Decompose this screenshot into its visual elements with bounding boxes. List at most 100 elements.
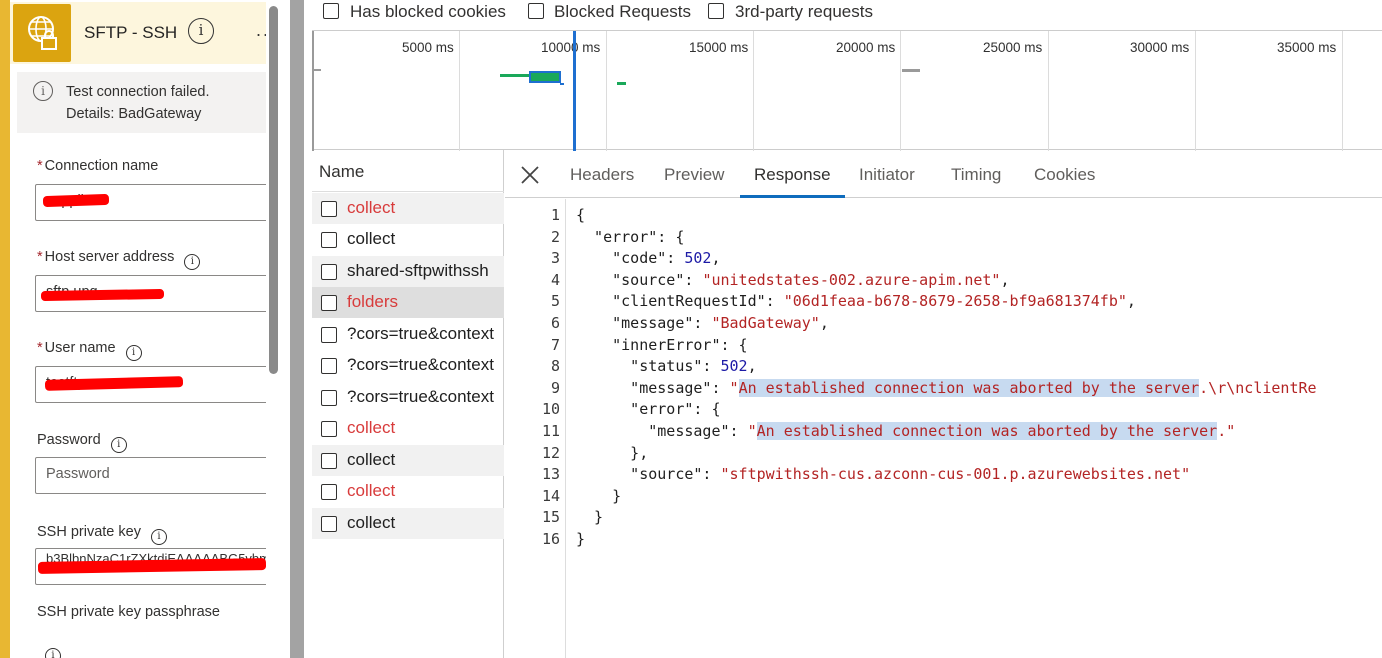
inner-error-message-quote: " [747,422,757,440]
ssh-passphrase-info-icon[interactable]: i [45,648,61,658]
row-checkbox[interactable] [321,201,337,217]
code-value: 502 [684,249,712,268]
alert-line-1: Test connection failed. [66,84,210,100]
code-line: "message": "An established connection wa… [576,422,1236,440]
code-line: "message": "BadGateway", [576,314,829,332]
code-line: }, [576,443,649,462]
network-overview-timeline[interactable]: 5000 ms 10000 ms 15000 ms 20000 ms 25000… [312,30,1382,151]
request-row[interactable]: collect [312,224,504,255]
inner-source-value: "sftpwithssh-cus.azconn-cus-001.p.azurew… [720,465,1191,484]
inner-error-message-highlight: An established connection was aborted by… [756,422,1218,440]
code-line: "error": { [576,227,685,246]
timeline-label: 30000 ms [1130,40,1190,55]
client-request-id-value: "06d1feaa-b678-8679-2658-bf9a681374fb" [783,292,1127,311]
row-checkbox[interactable] [321,327,337,343]
request-row[interactable]: collect [312,508,504,539]
request-name: shared-sftpwithssh [347,261,489,280]
sftp-connector-icon [13,4,71,62]
blocked-requests-checkbox[interactable] [528,3,544,19]
timeline-grid-line [606,31,607,151]
host-server-address-label: * Host server address i [37,249,201,270]
name-column-header[interactable]: Name [312,150,504,192]
name-header-label: Name [319,162,365,181]
inner-message-highlight: An established connection was aborted by… [738,378,1200,397]
code-line: "error": { [576,400,721,419]
line-number: 4 [550,270,560,289]
inner-message-quote: " [729,378,739,397]
request-row[interactable]: collect [312,413,504,444]
request-name: collect [347,481,396,500]
alert-message: Test connection failed. Details: BadGate… [66,81,266,125]
line-number: 14 [541,486,560,505]
required-marker: * [37,249,43,265]
third-party-requests-checkbox[interactable] [708,3,724,19]
code-line: "code": 502, [576,249,721,268]
inner-error-message-rest: ." [1217,422,1236,440]
line-number: 8 [550,357,560,376]
request-row[interactable]: ?cors=true&context [312,350,504,381]
request-row[interactable]: collect [312,445,504,476]
tab-timing[interactable]: Timing [951,165,1001,185]
timeline-bar [560,83,564,85]
request-row[interactable]: collect [312,476,504,507]
request-row[interactable]: collect [312,193,504,224]
code-line: "message": "An established connection wa… [576,378,1317,397]
timeline-grid-line [753,31,754,151]
timeline-grid-line [1048,31,1049,151]
info-icon: i [33,81,53,101]
row-checkbox[interactable] [321,484,337,500]
row-checkbox[interactable] [321,264,337,280]
close-icon[interactable] [519,164,541,186]
line-number: 12 [541,443,560,462]
tab-initiator[interactable]: Initiator [859,165,915,185]
request-row[interactable]: ?cors=true&context [312,382,504,413]
password-input[interactable]: Password [35,457,266,494]
tab-cookies[interactable]: Cookies [1034,165,1095,185]
row-checkbox[interactable] [321,516,337,532]
tab-response[interactable]: Response [754,165,831,185]
row-checkbox[interactable] [321,232,337,248]
request-row[interactable]: ?cors=true&context [312,319,504,350]
timeline-bar [902,69,920,72]
line-number: 9 [550,378,560,397]
code-line: } [576,530,586,548]
row-checkbox[interactable] [321,453,337,469]
response-body-viewer[interactable]: 1 2 3 4 5 6 7 8 9 10 11 12 13 14 15 16 {… [505,199,1382,658]
message-value: "BadGateway" [711,314,820,332]
user-name-label: * User name i [37,340,142,361]
password-label-text: Password [37,432,101,448]
row-checkbox[interactable] [321,358,337,374]
filter-bar: Has blocked cookies Blocked Requests 3rd… [312,0,1382,28]
ssh-key-info-icon[interactable]: i [150,529,167,545]
row-checkbox[interactable] [321,421,337,437]
timeline-bar [500,74,530,77]
host-server-label-text: Host server address [44,249,175,265]
connector-info-icon[interactable]: i [188,18,214,44]
request-row[interactable]: shared-sftpwithssh [312,256,504,287]
third-party-requests-label: 3rd-party requests [735,2,873,21]
pane-splitter[interactable] [290,0,304,658]
ssh-key-label-text: SSH private key [37,524,141,540]
panel-scrollbar-thumb[interactable] [269,6,278,374]
user-name-info-icon[interactable]: i [125,345,142,361]
has-blocked-cookies-checkbox[interactable] [323,3,339,19]
has-blocked-cookies-label: Has blocked cookies [350,2,506,21]
code-line: "source": "unitedstates-002.azure-apim.n… [576,270,1010,289]
request-row-selected[interactable]: folders [312,287,504,318]
tab-headers[interactable]: Headers [570,165,634,185]
line-number: 15 [541,508,560,527]
required-marker: * [37,158,43,174]
tab-preview[interactable]: Preview [664,165,724,185]
alert-line-2: Details: BadGateway [66,106,202,122]
timeline-grid-line [1195,31,1196,151]
request-name: folders [347,292,399,311]
row-checkbox[interactable] [321,390,337,406]
line-number: 2 [550,227,560,246]
inner-message-rest: .\r\nclientRe [1199,378,1317,397]
host-info-icon[interactable]: i [184,254,201,270]
password-info-icon[interactable]: i [110,437,127,453]
more-options-icon[interactable]: .. [256,20,266,41]
row-checkbox[interactable] [321,295,337,311]
timeline-bar [529,71,561,83]
active-tab-indicator [740,195,845,198]
